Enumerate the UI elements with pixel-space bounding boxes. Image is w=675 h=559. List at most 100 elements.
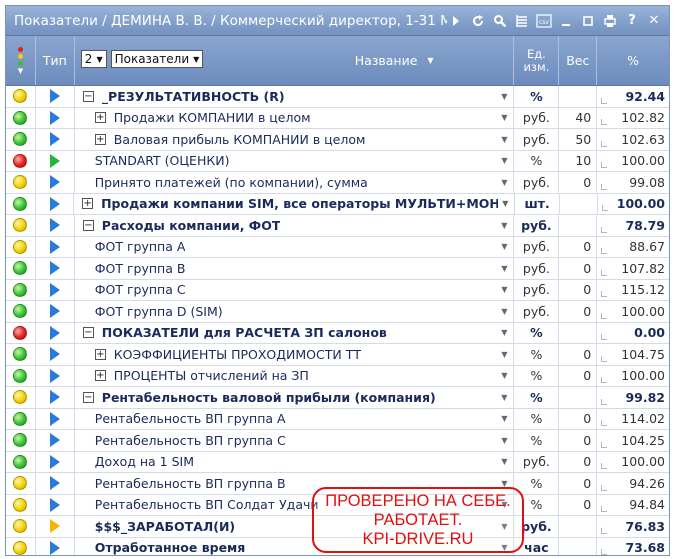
type-flag-icon[interactable] (49, 175, 60, 190)
percent-cell[interactable]: 102.63 (597, 129, 669, 150)
table-row[interactable]: ФОТ группа D (SIM) ▼ руб. 0 100.00 (6, 301, 669, 323)
chevron-down-icon[interactable]: ▼ (501, 285, 507, 294)
percent-cell[interactable]: 73.68 (597, 538, 669, 555)
type-flag-icon[interactable] (49, 519, 60, 534)
table-row[interactable]: Рентабельность ВП группа А ▼% 0 114.02 (6, 408, 669, 430)
table-row[interactable]: − Расходы компании, ФОТ ▼ руб. 78.79 (6, 215, 669, 237)
chevron-down-icon[interactable]: ▼ (501, 156, 507, 165)
expand-icon[interactable]: + (82, 198, 94, 210)
name-cell[interactable]: + КОЭФФИЦИЕНТЫ ПРОХОДИМОСТИ ТТ ▼ (75, 344, 515, 365)
type-flag-icon[interactable] (49, 304, 60, 319)
chevron-down-icon[interactable]: ▼ (501, 350, 507, 359)
type-flag-icon[interactable] (49, 110, 60, 125)
unit-column-header[interactable]: Ед. изм. (514, 36, 560, 85)
percent-cell[interactable]: 115.12 (597, 280, 669, 301)
table-row[interactable]: ФОТ группа А ▼ руб. 0 88.67 (6, 236, 669, 258)
print-icon[interactable] (601, 12, 619, 30)
percent-cell[interactable]: 107.82 (597, 258, 669, 279)
type-flag-icon[interactable] (49, 433, 60, 448)
chevron-down-icon[interactable]: ▼ (427, 56, 433, 65)
chevron-down-icon[interactable]: ▼ (501, 221, 507, 230)
table-row[interactable]: Принято платежей (по компании), сумма ▼ ру… (6, 172, 669, 194)
table-row[interactable]: − _РЕЗУЛЬТАТИВНОСТЬ (R) ▼% 92.44 (6, 86, 669, 108)
type-column-header[interactable]: Тип (36, 36, 75, 85)
table-row[interactable]: STANDART (ОЦЕНКИ) ▼% 10 100.00 (6, 150, 669, 172)
expand-icon[interactable]: + (94, 370, 106, 382)
expand-icon[interactable]: + (94, 133, 106, 145)
name-cell[interactable]: STANDART (ОЦЕНКИ) ▼ (75, 150, 515, 171)
name-cell[interactable]: + Валовая прибыль КОМПАНИИ в целом ▼ (75, 129, 515, 150)
name-cell[interactable]: ФОТ группа С ▼ (75, 279, 515, 300)
percent-cell[interactable]: 92.44 (597, 86, 669, 107)
chevron-down-icon[interactable]: ▼ (501, 436, 507, 445)
status-column-header[interactable]: ▼ (6, 36, 36, 85)
percent-cell[interactable]: 99.08 (597, 172, 669, 193)
type-flag-icon[interactable] (49, 261, 60, 276)
table-row[interactable]: − ПОКАЗАТЕЛИ для РАСЧЕТА ЗП салонов ▼% 0.00 (6, 322, 669, 344)
chevron-right-icon[interactable] (447, 12, 465, 30)
percent-cell[interactable]: 114.02 (597, 409, 669, 430)
percent-cell[interactable]: 99.82 (597, 387, 669, 408)
type-flag-icon[interactable] (49, 132, 60, 147)
type-flag-icon[interactable] (49, 239, 60, 254)
table-row[interactable]: Рентабельность ВП группа С ▼% 0 104.25 (6, 430, 669, 452)
name-cell[interactable]: Доход на 1 SIM ▼ (75, 451, 515, 472)
help-icon[interactable]: ? (623, 12, 641, 30)
close-icon[interactable]: ✕ (645, 12, 663, 30)
name-column-header[interactable]: 2 ▼ Показатели ▼ Название ▼ (75, 36, 515, 85)
csv-icon[interactable]: csv (535, 12, 553, 30)
percent-cell[interactable]: 102.82 (597, 108, 669, 129)
type-flag-icon[interactable] (49, 325, 60, 340)
chevron-down-icon[interactable]: ▼ (501, 371, 507, 380)
percent-cell[interactable]: 76.83 (597, 516, 669, 537)
type-flag-icon[interactable] (49, 153, 60, 168)
percent-cell[interactable]: 94.26 (597, 473, 669, 494)
chevron-down-icon[interactable]: ▼ (502, 199, 508, 208)
weight-column-header[interactable]: Вес (559, 36, 598, 85)
name-cell[interactable]: − ПОКАЗАТЕЛИ для РАСЧЕТА ЗП салонов ▼ (75, 322, 515, 343)
table-row[interactable]: + Валовая прибыль КОМПАНИИ в целом ▼ руб. 50… (6, 129, 669, 151)
name-cell[interactable]: − Расходы компании, ФОТ ▼ (75, 215, 515, 236)
name-cell[interactable]: − _РЕЗУЛЬТАТИВНОСТЬ (R) ▼ (75, 86, 515, 107)
table-row[interactable]: + КОЭФФИЦИЕНТЫ ПРОХОДИМОСТИ ТТ ▼% 0 104.75 (6, 344, 669, 366)
chevron-down-icon[interactable]: ▼ (501, 328, 507, 337)
collapse-icon[interactable]: − (82, 391, 94, 403)
table-row[interactable]: Доход на 1 SIM ▼ руб. 0 100.00 (6, 451, 669, 473)
table-row[interactable]: ФОТ группа В ▼ руб. 0 107.82 (6, 258, 669, 280)
search-icon[interactable] (491, 12, 509, 30)
chevron-down-icon[interactable]: ▼ (501, 393, 507, 402)
percent-cell[interactable]: 0.00 (597, 323, 669, 344)
level-select[interactable]: 2 ▼ (80, 50, 107, 68)
type-flag-icon[interactable] (49, 89, 60, 104)
name-cell[interactable]: − Рентабельность валовой прибыли (компани… (75, 387, 515, 408)
name-cell[interactable]: Принято платежей (по компании), сумма ▼ (75, 172, 515, 193)
table-row[interactable]: − Рентабельность валовой прибыли (компани… (6, 387, 669, 409)
table-row[interactable]: + Продажи КОМПАНИИ в целом ▼ руб. 40 102.82 (6, 107, 669, 129)
type-flag-icon[interactable] (49, 390, 60, 405)
percent-cell[interactable]: 100.00 (598, 194, 669, 215)
type-flag-icon[interactable] (49, 347, 60, 362)
percent-cell[interactable]: 88.67 (597, 237, 669, 258)
percent-cell[interactable]: 94.84 (597, 495, 669, 516)
percent-cell[interactable]: 100.00 (597, 366, 669, 387)
name-cell[interactable]: + ПРОЦЕНТЫ отчислений на ЗП ▼ (75, 365, 515, 386)
name-cell[interactable]: ФОТ группа В ▼ (75, 258, 515, 279)
chevron-down-icon[interactable]: ▼ (501, 307, 507, 316)
chevron-down-icon[interactable]: ▼ (501, 414, 507, 423)
chevron-down-icon[interactable]: ▼ (501, 92, 507, 101)
type-flag-icon[interactable] (49, 218, 60, 233)
refresh-icon[interactable] (469, 12, 487, 30)
list-icon[interactable] (513, 12, 531, 30)
chevron-down-icon[interactable]: ▼ (501, 113, 507, 122)
minimize-icon[interactable] (557, 12, 575, 30)
table-row[interactable]: + Продажи компании SIM, все операторы МУЛ… (6, 193, 669, 215)
type-flag-icon[interactable] (49, 540, 60, 555)
table-row[interactable]: ФОТ группа С ▼ руб. 0 115.12 (6, 279, 669, 301)
chevron-down-icon[interactable]: ▼ (501, 135, 507, 144)
percent-cell[interactable]: 104.75 (597, 344, 669, 365)
type-flag-icon[interactable] (49, 497, 60, 512)
table-row[interactable]: + ПРОЦЕНТЫ отчислений на ЗП ▼% 0 100.00 (6, 365, 669, 387)
expand-icon[interactable]: + (94, 112, 106, 124)
expand-icon[interactable]: + (94, 348, 106, 360)
name-cell[interactable]: Рентабельность ВП группа А ▼ (75, 408, 515, 429)
